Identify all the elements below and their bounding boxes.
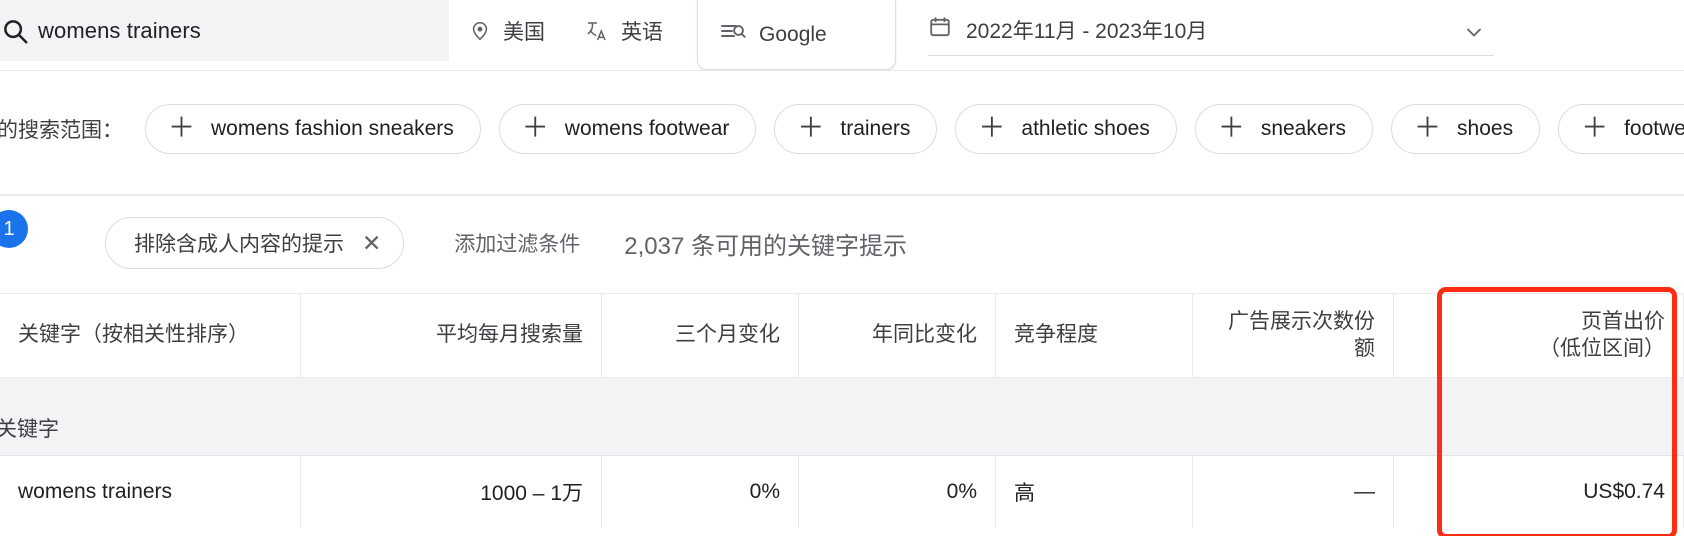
location-pin-icon [469,20,491,42]
broaden-chip[interactable]: ＋ trainers [774,104,937,154]
broaden-chip-label: trainers [840,117,910,141]
broaden-chip-list: ＋ womens fashion sneakers ＋ womens footw… [145,104,1684,154]
broaden-chip-label: womens footwear [565,117,730,141]
cell-avg-monthly-searches: 1000 – 1万 [301,456,602,528]
translate-icon [585,19,609,43]
column-header-competition[interactable]: 竞争程度 [996,294,1193,378]
plus-icon: ＋ [978,115,1005,142]
keyword-planner-page: womens trainers 美国 英语 [0,0,1684,536]
table-header-row: 关键字（按相关性排序） 平均每月搜索量 三个月变化 年同比变化 竞争程度 广告展… [0,294,1684,378]
table-row[interactable]: womens trainers 1000 – 1万 0% 0% 高 — US$0… [0,456,1684,528]
broaden-chip-label: footwear [1624,117,1684,141]
location-label: 美国 [503,16,545,46]
broaden-chip-label: athletic shoes [1021,117,1149,141]
chevron-down-icon[interactable] [1462,20,1486,50]
language-selector[interactable]: 英语 [565,0,683,61]
active-filter-label: 排除含成人内容的提示 [134,228,344,258]
cell-yoy-change: 0% [799,456,996,528]
language-label: 英语 [621,16,663,46]
keyword-search-field[interactable]: womens trainers [0,0,449,61]
search-input-value[interactable]: womens trainers [38,18,201,44]
filter-count-badge: 1 [0,210,28,248]
column-header-ad-impression-share[interactable]: 广告展示次数份额 [1193,294,1394,378]
search-icon [0,16,38,46]
cell-three-month-change: 0% [602,456,799,528]
filter-toolbar: 1 排除含成人内容的提示 ✕ 添加过滤条件 2,037 条可用的关键字提示 [0,200,1684,286]
date-range-selector[interactable]: 2022年11月 - 2023年10月 [928,4,1494,56]
plus-icon: ＋ [1414,115,1441,142]
plus-icon: ＋ [1581,115,1608,142]
bid-header-line1: 页首出价 [1539,309,1665,336]
plus-icon: ＋ [797,115,824,142]
broaden-search-row: 您的搜索范围： ＋ womens fashion sneakers ＋ wome… [0,71,1684,186]
column-header-keyword[interactable]: 关键字（按相关性排序） [0,294,301,378]
broaden-chip[interactable]: ＋ sneakers [1195,104,1373,154]
broaden-chip-label: womens fashion sneakers [211,117,454,141]
broaden-chip-label: shoes [1457,117,1513,141]
search-network-selector[interactable]: Google [697,0,896,70]
group-row-label: 供的关键字 [0,413,59,443]
broaden-chip-label: sneakers [1261,117,1346,141]
calendar-icon [928,15,952,45]
location-selector[interactable]: 美国 [449,0,565,61]
bid-header-line2: （低位区间） [1539,336,1665,363]
cell-ad-impression-share: — [1193,456,1394,528]
cell-top-of-page-bid-low: US$0.74 [1394,456,1684,528]
cell-competition: 高 [996,456,1193,528]
broaden-chip[interactable]: ＋ womens fashion sneakers [145,104,481,154]
search-network-label: Google [759,23,827,47]
broaden-chip[interactable]: ＋ shoes [1391,104,1540,154]
broaden-chip[interactable]: ＋ athletic shoes [955,104,1176,154]
column-header-yoy-change[interactable]: 年同比变化 [799,294,996,378]
column-header-three-month-change[interactable]: 三个月变化 [602,294,799,378]
add-filter-button[interactable]: 添加过滤条件 [454,228,580,258]
search-network-icon [720,21,746,49]
plus-icon: ＋ [522,115,549,142]
close-icon[interactable]: ✕ [362,232,381,255]
available-keyword-count: 2,037 条可用的关键字提示 [624,226,907,261]
keyword-ideas-table: 关键字（按相关性排序） 平均每月搜索量 三个月变化 年同比变化 竞争程度 广告展… [0,293,1684,528]
plus-icon: ＋ [1218,115,1245,142]
broaden-chip[interactable]: ＋ footwear [1558,104,1684,154]
broaden-search-label: 您的搜索范围： [0,114,123,144]
date-range-label: 2022年11月 - 2023年10月 [966,15,1207,45]
table-group-row: 供的关键字 [0,378,1684,456]
top-toolbar: womens trainers 美国 英语 [0,0,1684,70]
column-header-avg-monthly-searches[interactable]: 平均每月搜索量 [301,294,602,378]
active-filter-chip[interactable]: 排除含成人内容的提示 ✕ [105,217,404,269]
cell-keyword[interactable]: womens trainers [0,456,301,528]
broaden-chip[interactable]: ＋ womens footwear [499,104,757,154]
plus-icon: ＋ [168,115,195,142]
section-divider [0,194,1684,196]
column-header-top-of-page-bid-low[interactable]: 页首出价 （低位区间） [1394,294,1684,378]
